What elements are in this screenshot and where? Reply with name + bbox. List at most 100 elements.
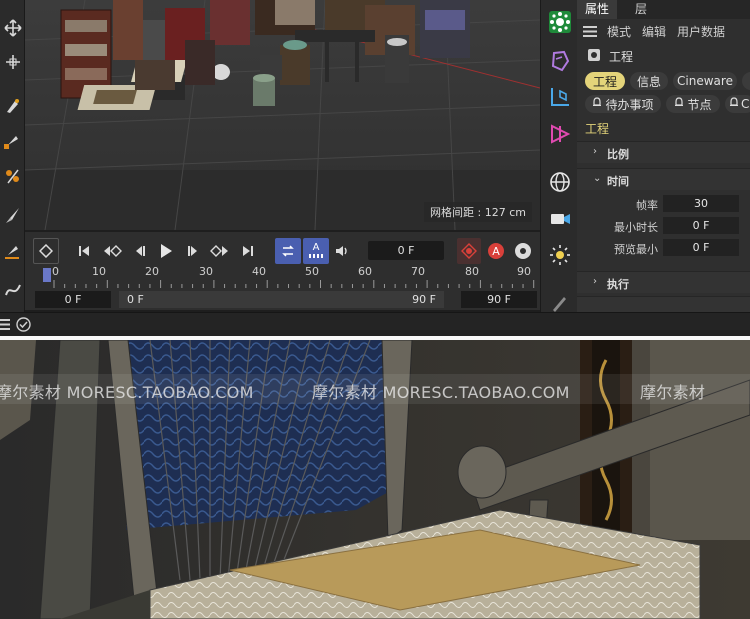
tab-project[interactable]: 工程 <box>585 72 625 90</box>
group-time-label: 时间 <box>607 175 629 188</box>
key-settings-icon[interactable] <box>512 238 534 264</box>
hamburger-menu-icon[interactable] <box>583 26 597 40</box>
tick-label: 40 <box>252 265 266 278</box>
tick-label: 30 <box>199 265 213 278</box>
keyframe-icon[interactable] <box>33 238 59 264</box>
watermark-text: 摩尔素材 MORESC.TAOBAO.COM <box>0 383 254 402</box>
render-view: 摩尔素材 MORESC.TAOBAO.COM 摩尔素材 MORESC.TAOBA… <box>0 340 750 619</box>
group-collapsed[interactable] <box>577 296 750 312</box>
current-frame-field[interactable]: 0 F <box>368 241 444 260</box>
pen-tool-icon[interactable] <box>0 94 25 118</box>
spline-tool-icon[interactable] <box>0 278 25 302</box>
list-menu-icon[interactable] <box>0 319 10 333</box>
left-toolbar <box>0 0 25 312</box>
chevron-right-icon: › <box>593 276 597 287</box>
prev-key-icon[interactable] <box>99 238 125 264</box>
range-start-field[interactable]: 0 F <box>35 291 111 308</box>
group-execute-label: 执行 <box>607 278 629 291</box>
tab-todo[interactable]: 待办事项 <box>585 95 661 113</box>
chevron-right-icon: › <box>593 146 597 157</box>
status-bar <box>0 312 750 336</box>
menu-edit[interactable]: 编辑 <box>642 23 666 40</box>
range-min-label: 0 F <box>127 293 144 306</box>
attributes-panel: 属性 层 模式 编辑 用户数据 工程 工程 信息 Cineware 待办事项 节… <box>577 0 750 312</box>
cloner-icon[interactable] <box>542 5 577 39</box>
sound-icon[interactable] <box>331 238 353 264</box>
tab-cineware[interactable]: Cineware <box>673 72 737 90</box>
tab-overflow[interactable] <box>742 72 750 90</box>
preview-min-field[interactable]: 0 F <box>663 239 739 256</box>
move-tool-icon[interactable] <box>0 16 25 40</box>
panel-tabs: 属性 层 <box>577 0 750 19</box>
group-scale[interactable]: › 比例 <box>577 141 750 163</box>
next-frame-icon[interactable] <box>182 238 204 264</box>
viewport-scene <box>25 0 540 230</box>
tab-extra[interactable]: C <box>725 95 750 113</box>
group-time[interactable]: ⌄ 时间 <box>577 168 750 190</box>
bell-icon <box>592 97 602 111</box>
tab-attributes[interactable]: 属性 <box>577 0 618 19</box>
svg-text:A: A <box>492 245 500 258</box>
3d-viewport[interactable]: 网格间距 : 127 cm <box>25 0 540 230</box>
spline-pen-icon[interactable] <box>0 128 25 152</box>
goto-end-icon[interactable] <box>237 238 259 264</box>
group-execute[interactable]: › 执行 <box>577 271 750 293</box>
range-max-label: 90 F <box>412 293 436 306</box>
menu-user-data[interactable]: 用户数据 <box>677 23 725 40</box>
tick-label: 80 <box>465 265 479 278</box>
light-icon[interactable] <box>542 238 577 272</box>
brush-tool-icon[interactable] <box>0 203 25 227</box>
tab-nodes-label: 节点 <box>687 97 712 112</box>
tab-info[interactable]: 信息 <box>630 72 668 90</box>
tick-label: 0 <box>52 265 59 278</box>
project-gear-icon <box>587 48 601 65</box>
tab-todo-label: 待办事项 <box>605 97 654 112</box>
param-label-min-time: 最小时长 <box>614 221 658 234</box>
prev-frame-icon[interactable] <box>129 238 151 264</box>
range-slider[interactable]: 0 F 90 F <box>119 291 444 308</box>
grid-spacing-label: 网格间距 : 127 cm <box>424 202 532 222</box>
record-keys-icon[interactable] <box>457 238 481 264</box>
group-scale-label: 比例 <box>607 148 629 161</box>
tab-extra-label: C <box>741 97 750 111</box>
range-end-field[interactable]: 90 F <box>461 291 537 308</box>
tab-layers[interactable]: 层 <box>627 0 655 19</box>
playback-mode-label: A <box>312 242 320 253</box>
object-header: 工程 <box>577 46 750 66</box>
deformer-icon[interactable] <box>542 44 577 78</box>
object-name: 工程 <box>609 50 634 64</box>
tick-label: 50 <box>305 265 319 278</box>
param-label-fps: 帧率 <box>636 199 658 212</box>
watermark-text: 摩尔素材 <box>640 383 706 402</box>
section-title: 工程 <box>585 122 610 136</box>
next-key-icon[interactable] <box>207 238 233 264</box>
timeline-range: 0 F 0 F 90 F 90 F <box>25 290 540 310</box>
panel-menu-bar: 模式 编辑 用户数据 <box>577 20 750 42</box>
tick-label: 20 <box>145 265 159 278</box>
tab-nodes[interactable]: 节点 <box>666 95 720 113</box>
fps-field[interactable]: 30 <box>663 195 739 212</box>
watermark-text: 摩尔素材 MORESC.TAOBAO.COM <box>312 383 570 402</box>
goto-start-icon[interactable] <box>73 238 95 264</box>
menu-mode[interactable]: 模式 <box>607 23 631 40</box>
extrude-tool-icon[interactable] <box>0 164 25 188</box>
playback-mode-button[interactable]: A <box>303 238 329 264</box>
bell-icon <box>674 97 684 111</box>
min-time-field[interactable]: 0 F <box>663 217 739 234</box>
timeline-ruler[interactable]: 0 10 20 30 40 50 60 70 80 90 <box>25 264 540 290</box>
param-label-preview-min: 预览最小 <box>614 243 658 256</box>
camera-axis-icon[interactable] <box>542 80 577 114</box>
tick-label: 60 <box>358 265 372 278</box>
tick-label: 90 <box>517 265 531 278</box>
tick-label: 70 <box>411 265 425 278</box>
play-icon[interactable] <box>155 238 177 264</box>
field-icon[interactable] <box>542 117 577 151</box>
camera-icon[interactable] <box>542 201 577 235</box>
chevron-down-icon: ⌄ <box>593 173 602 184</box>
loop-icon[interactable] <box>275 238 301 264</box>
sculpt-tool-icon[interactable] <box>0 238 25 262</box>
auto-key-icon[interactable]: A <box>485 238 507 264</box>
check-circle-icon[interactable] <box>16 317 31 335</box>
environment-icon[interactable] <box>542 165 577 199</box>
move-axis-icon[interactable] <box>0 50 25 74</box>
